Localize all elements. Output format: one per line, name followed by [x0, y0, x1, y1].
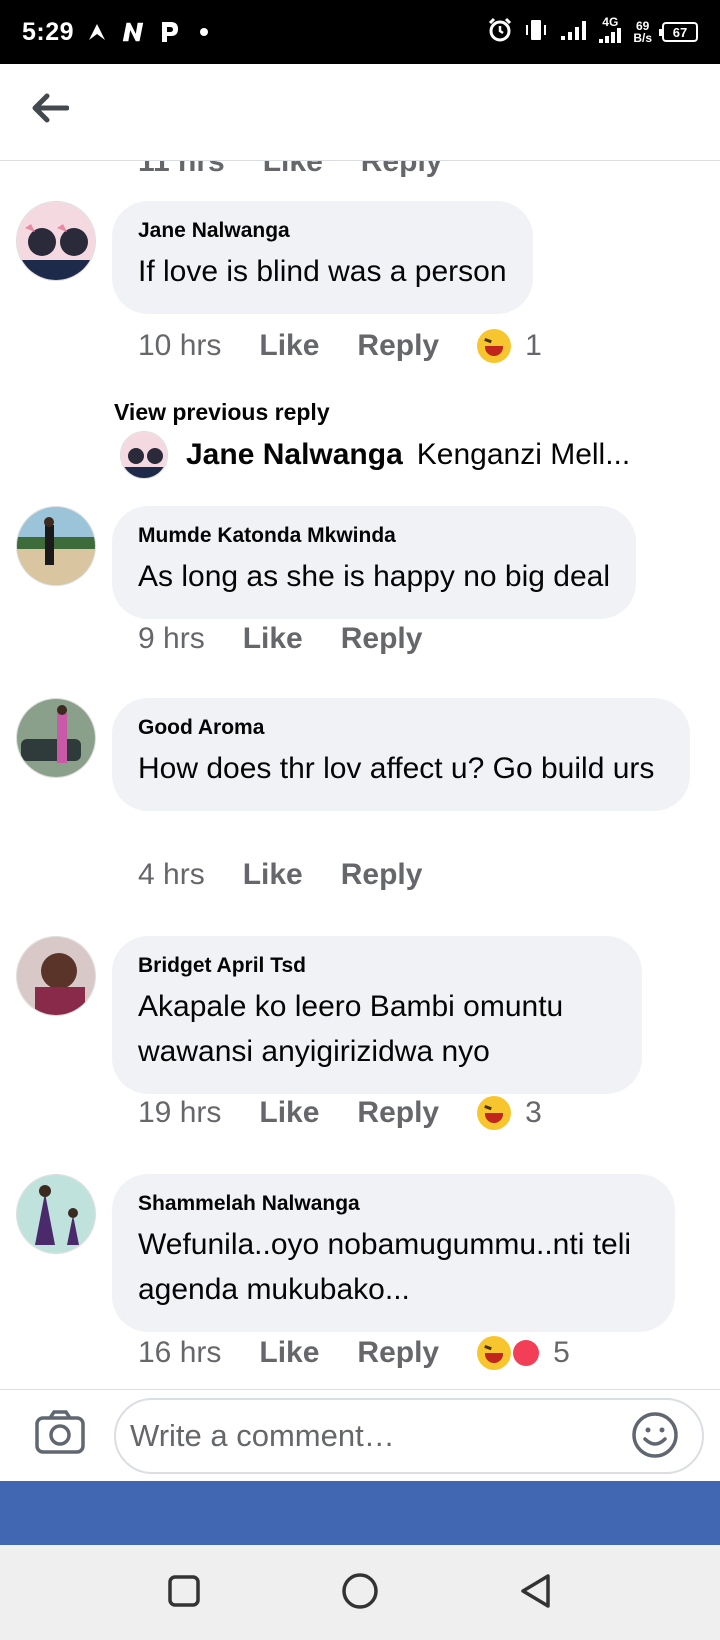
- reply-button[interactable]: Reply: [357, 1096, 439, 1130]
- emoji-button[interactable]: [630, 1410, 682, 1462]
- camera-button[interactable]: [34, 1408, 90, 1462]
- comment-meta: 4 hrs Like Reply: [138, 858, 460, 892]
- avatar[interactable]: [16, 936, 96, 1016]
- signal-4g-group: 4G: [597, 16, 623, 49]
- status-time: 5:29: [22, 17, 75, 46]
- comment-input[interactable]: [114, 1398, 704, 1474]
- reply-preview[interactable]: Jane Nalwanga Kenganzi Mell...: [120, 431, 630, 479]
- back-arrow-icon: [31, 93, 70, 128]
- data-speed: 69 B/s: [633, 20, 652, 44]
- laughing-emoji-icon: [477, 1336, 512, 1370]
- comment-bubble[interactable]: Jane Nalwanga If love is blind was a per…: [112, 201, 533, 314]
- like-button[interactable]: Like: [259, 329, 319, 363]
- comment-bubble[interactable]: Shammelah Nalwanga Wefunila..oyo nobamug…: [112, 1174, 675, 1332]
- comment-author[interactable]: Jane Nalwanga: [138, 219, 507, 243]
- triangle-back-icon: [518, 1572, 554, 1615]
- cut-off-reply[interactable]: Reply: [361, 161, 443, 179]
- notification-dot: [200, 28, 209, 36]
- comment-author[interactable]: Bridget April Tsd: [138, 954, 616, 978]
- comment-time[interactable]: 4 hrs: [138, 858, 205, 892]
- cut-off-time: 11 hrs: [138, 161, 225, 178]
- like-button[interactable]: Like: [259, 1336, 319, 1370]
- smiley-icon: [630, 1412, 680, 1464]
- avatar[interactable]: [16, 506, 96, 586]
- comment-meta: 10 hrs Like Reply 1: [138, 329, 542, 363]
- recents-button[interactable]: [162, 1571, 206, 1615]
- reply-author: Jane Nalwanga: [186, 438, 403, 471]
- home-button[interactable]: [338, 1571, 382, 1615]
- like-button[interactable]: Like: [259, 1096, 319, 1130]
- comment-text: Wefunila..oyo nobamugummu..nti teli agen…: [138, 1228, 632, 1306]
- comment-author[interactable]: Shammelah Nalwanga: [138, 1192, 649, 1216]
- comment-author[interactable]: Good Aroma: [138, 716, 664, 740]
- reply-button[interactable]: Reply: [357, 1336, 439, 1370]
- comment-bubble[interactable]: Mumde Katonda Mkwinda As long as she is …: [112, 506, 636, 619]
- laughing-emoji-icon: [477, 1096, 512, 1130]
- comment-bubble[interactable]: Good Aroma How does thr lov affect u? Go…: [112, 698, 690, 811]
- comment-meta: 16 hrs Like Reply 5: [138, 1336, 570, 1370]
- like-button[interactable]: Like: [243, 858, 303, 892]
- comment-author[interactable]: Mumde Katonda Mkwinda: [138, 524, 610, 548]
- p-app-icon: [156, 19, 182, 45]
- back-button[interactable]: [26, 86, 74, 134]
- reply-button[interactable]: Reply: [341, 622, 423, 656]
- comment-bubble[interactable]: Bridget April Tsd Akapale ko leero Bambi…: [112, 936, 642, 1094]
- reply-text: Kenganzi Mell...: [416, 438, 631, 471]
- system-back-button[interactable]: [514, 1571, 558, 1615]
- app-header: [0, 64, 720, 161]
- n-app-icon: [120, 19, 146, 45]
- reaction-count: 1: [525, 329, 542, 362]
- avatar[interactable]: [16, 698, 96, 778]
- circle-home-icon: [341, 1572, 379, 1615]
- comment-text: Akapale ko leero Bambi omuntu wawansi an…: [138, 990, 564, 1068]
- comment-time[interactable]: 9 hrs: [138, 622, 205, 656]
- comment-time[interactable]: 19 hrs: [138, 1096, 221, 1130]
- comment-text: As long as she is happy no big deal: [138, 560, 610, 593]
- reactions[interactable]: 1: [477, 329, 542, 363]
- laughing-emoji-icon: [477, 329, 512, 363]
- app-notification-icon: [84, 19, 110, 45]
- reaction-count: 3: [525, 1096, 542, 1129]
- signal-icon-1: [559, 18, 587, 47]
- camera-icon: [34, 1410, 86, 1460]
- cut-off-meta-row: 11 hrs Like Reply: [138, 161, 442, 179]
- comment-time[interactable]: 16 hrs: [138, 1336, 221, 1370]
- reactions[interactable]: 3: [477, 1096, 542, 1130]
- alarm-icon: [487, 17, 513, 48]
- data-speed-unit: B/s: [633, 31, 652, 45]
- cut-off-like[interactable]: Like: [263, 161, 323, 179]
- comment-text: How does thr lov affect u? Go build urs: [138, 752, 655, 785]
- avatar[interactable]: [16, 201, 96, 281]
- network-type: 4G: [602, 14, 619, 29]
- status-bar: 5:29 4G 69 B/s 67: [0, 0, 720, 64]
- heart-reaction-icon: [513, 1340, 540, 1366]
- battery-level: 67: [672, 24, 688, 40]
- reactions[interactable]: 5: [477, 1336, 570, 1370]
- reaction-count: 5: [553, 1336, 570, 1369]
- bottom-app-bar: [0, 1481, 720, 1545]
- comment-meta: 19 hrs Like Reply 3: [138, 1096, 542, 1130]
- like-button[interactable]: Like: [243, 622, 303, 656]
- reply-button[interactable]: Reply: [341, 858, 423, 892]
- avatar[interactable]: [16, 1174, 96, 1254]
- reply-button[interactable]: Reply: [357, 329, 439, 363]
- comments-list: 11 hrs Like Reply Jane Nalwanga If love …: [0, 161, 720, 1389]
- square-recents-icon: [167, 1574, 201, 1613]
- battery-icon: 67: [659, 22, 698, 42]
- system-nav-bar: [0, 1545, 720, 1640]
- reply-avatar: [120, 431, 168, 479]
- comment-composer: [0, 1389, 720, 1481]
- vibrate-icon: [523, 17, 549, 48]
- signal-icon-2: [597, 27, 623, 49]
- comment-meta: 9 hrs Like Reply: [138, 622, 460, 656]
- comment-text: If love is blind was a person: [138, 255, 507, 288]
- comment-time[interactable]: 10 hrs: [138, 329, 221, 363]
- view-previous-reply-link[interactable]: View previous reply: [114, 399, 330, 426]
